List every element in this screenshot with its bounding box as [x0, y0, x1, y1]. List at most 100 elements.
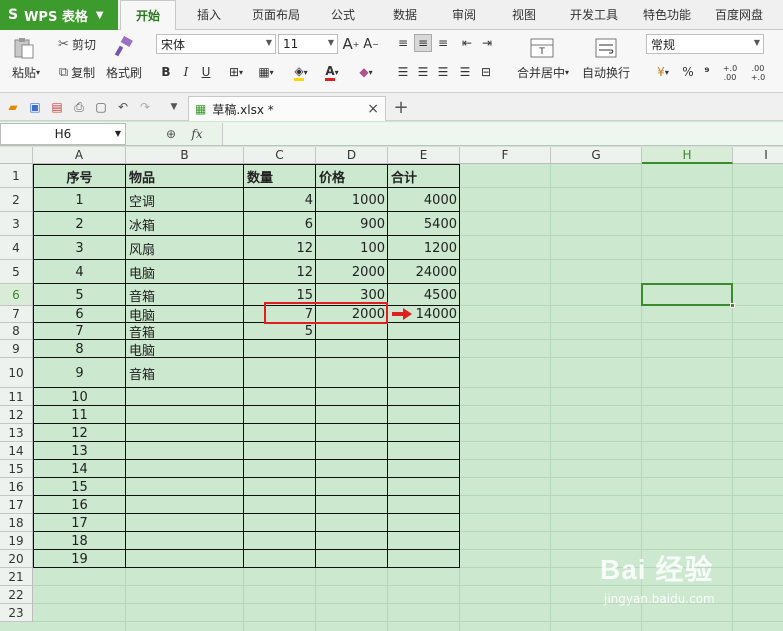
table-cell[interactable] — [388, 424, 460, 442]
table-cell[interactable] — [316, 460, 388, 478]
italic-button[interactable]: I — [178, 62, 194, 82]
table-cell[interactable] — [126, 442, 244, 460]
table-cell[interactable]: 100 — [316, 236, 388, 260]
fill-color-button[interactable]: ◈ ▾ — [286, 62, 316, 82]
copy-button[interactable]: ⧉ 复制 — [52, 62, 102, 82]
align-left-icon[interactable]: ☰ — [394, 63, 412, 81]
column-header-i[interactable]: I — [733, 147, 783, 164]
close-tab-icon[interactable]: × — [367, 101, 379, 117]
table-cell[interactable]: 电脑 — [126, 340, 244, 359]
new-tab-button[interactable]: + — [392, 97, 410, 118]
merge-center-icon[interactable]: T — [526, 34, 558, 62]
table-cell[interactable] — [244, 406, 316, 424]
row-header-3[interactable]: 3 — [0, 212, 33, 236]
row-header-7[interactable]: 7 — [0, 306, 33, 323]
table-header-cell[interactable]: 序号 — [33, 164, 126, 188]
column-header-a[interactable]: A — [33, 147, 126, 164]
font-size-select[interactable]: 11 ▼ — [278, 34, 338, 54]
table-cell[interactable]: 18 — [33, 532, 126, 550]
table-cell[interactable] — [244, 358, 316, 388]
merge-center-button[interactable]: 合并居中 ▾ — [512, 64, 574, 80]
percent-button[interactable]: % — [680, 64, 696, 80]
table-cell[interactable] — [388, 550, 460, 568]
indent-decrease-icon[interactable]: ⇤ — [458, 34, 476, 52]
redo-icon[interactable]: ↷ — [136, 98, 154, 116]
table-cell[interactable] — [126, 496, 244, 514]
table-cell[interactable] — [388, 460, 460, 478]
tab-1[interactable]: 插入 — [180, 0, 238, 30]
quick-access-dropdown-icon[interactable]: ▼ — [166, 98, 182, 116]
paste-icon[interactable] — [6, 34, 42, 62]
row-header-5[interactable]: 5 — [0, 260, 33, 284]
row-header-20[interactable]: 20 — [0, 550, 33, 568]
table-cell[interactable] — [316, 514, 388, 532]
row-header-6[interactable]: 6 — [0, 284, 33, 306]
row-header-9[interactable]: 9 — [0, 340, 33, 358]
function-button[interactable]: fx — [186, 124, 208, 144]
table-cell[interactable] — [244, 478, 316, 496]
table-header-cell[interactable]: 价格 — [316, 164, 388, 188]
align-top-icon[interactable]: ≡ — [394, 34, 412, 52]
table-cell[interactable]: 12 — [244, 260, 316, 284]
table-cell[interactable]: 6 — [33, 306, 126, 323]
print-preview-icon[interactable]: ▢ — [92, 98, 110, 116]
table-cell[interactable] — [388, 323, 460, 340]
table-cell[interactable] — [244, 442, 316, 460]
table-cell[interactable] — [244, 424, 316, 442]
font-shrink-button[interactable]: A − — [362, 34, 380, 54]
table-cell[interactable] — [316, 550, 388, 568]
table-cell[interactable]: 11 — [33, 406, 126, 424]
table-cell[interactable] — [388, 496, 460, 514]
comma-style-button[interactable]: ⁹ — [700, 64, 714, 80]
table-cell[interactable] — [244, 514, 316, 532]
clear-format-button[interactable]: ◆ ▾ — [352, 62, 380, 82]
column-header-h[interactable]: H — [642, 147, 733, 164]
name-box[interactable]: H6 ▼ — [0, 123, 126, 145]
justify-icon[interactable]: ☰ — [456, 63, 474, 81]
table-cell[interactable] — [244, 550, 316, 568]
tab-5[interactable]: 审阅 — [438, 0, 490, 30]
table-cell[interactable] — [388, 442, 460, 460]
table-cell[interactable] — [244, 388, 316, 406]
table-cell[interactable]: 16 — [33, 496, 126, 514]
table-cell[interactable]: 电脑 — [126, 306, 244, 323]
table-cell[interactable] — [316, 496, 388, 514]
table-cell[interactable]: 1200 — [388, 236, 460, 260]
table-cell[interactable] — [244, 340, 316, 358]
column-header-d[interactable]: D — [316, 147, 388, 164]
row-header-11[interactable]: 11 — [0, 388, 33, 406]
print-icon[interactable]: ⎙ — [70, 98, 88, 116]
border-button[interactable]: ⊞ ▾ — [222, 62, 250, 82]
save-icon[interactable]: ▣ — [26, 98, 44, 116]
font-grow-button[interactable]: A + — [342, 34, 360, 54]
align-right-icon[interactable]: ☰ — [434, 63, 452, 81]
table-cell[interactable] — [316, 532, 388, 550]
table-cell[interactable] — [126, 406, 244, 424]
table-cell[interactable] — [388, 532, 460, 550]
tab-2[interactable]: 页面布局 — [242, 0, 310, 30]
tab-9[interactable]: 百度网盘 — [704, 0, 774, 30]
row-header-19[interactable]: 19 — [0, 532, 33, 550]
table-cell[interactable] — [388, 514, 460, 532]
decrease-decimal-button[interactable]: .00 +.0 — [746, 62, 770, 84]
table-cell[interactable] — [244, 496, 316, 514]
table-cell[interactable] — [126, 478, 244, 496]
table-cell[interactable]: 900 — [316, 212, 388, 236]
table-cell[interactable] — [316, 358, 388, 388]
table-cell[interactable]: 8 — [33, 340, 126, 358]
bold-button[interactable]: B — [158, 62, 174, 82]
table-cell[interactable]: 音箱 — [126, 358, 244, 388]
table-cell[interactable]: 10 — [33, 388, 126, 406]
wps-app-menu[interactable]: S WPS 表格 ▼ — [0, 0, 118, 30]
spreadsheet-grid[interactable]: A B C D E F G H I 1 2 3 4 5 6 7 8 9 10 11 12 13 14 15 16 17 18 19 20… — [0, 147, 783, 631]
table-cell[interactable]: 5 — [244, 323, 316, 340]
format-painter-icon[interactable] — [104, 34, 144, 60]
table-cell[interactable] — [126, 514, 244, 532]
table-cell[interactable] — [316, 424, 388, 442]
number-format-select[interactable]: 常规 ▼ — [646, 34, 764, 54]
table-cell[interactable]: 12 — [244, 236, 316, 260]
tab-8[interactable]: 特色功能 — [634, 0, 700, 30]
table-cell[interactable]: 19 — [33, 550, 126, 568]
table-cell[interactable]: 2 — [33, 212, 126, 236]
table-cell[interactable] — [126, 388, 244, 406]
